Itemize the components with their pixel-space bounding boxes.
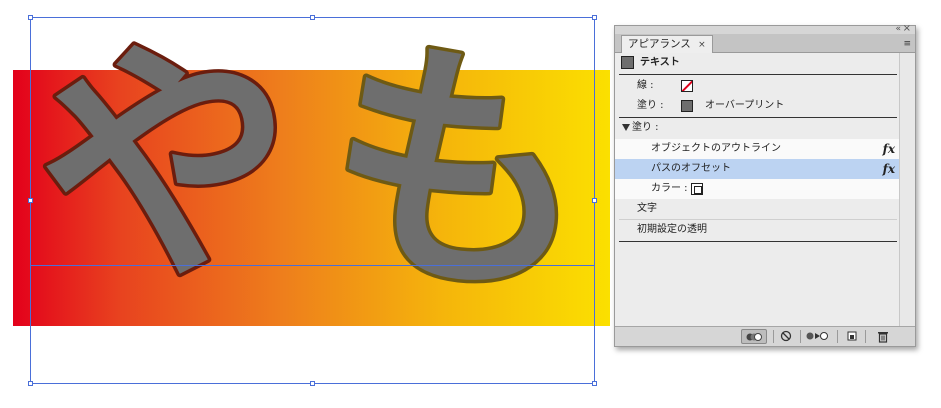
panel-bottom-toolbar — [615, 326, 915, 346]
handle-top-left[interactable] — [28, 15, 33, 20]
duplicate-item-icon — [847, 331, 857, 341]
clear-appearance-icon — [780, 330, 792, 342]
appearance-header-row[interactable]: テキスト — [615, 53, 899, 73]
fill-swatch-icon[interactable] — [681, 100, 693, 112]
stroke-row[interactable]: 線 : — [615, 76, 899, 96]
panel-menu-icon[interactable]: ≡ — [903, 39, 911, 49]
header-separator — [619, 74, 897, 75]
tab-close-icon[interactable]: × — [698, 40, 706, 50]
artboard-canvas[interactable]: や も — [0, 0, 612, 408]
effect-outline-object-row[interactable]: オブジェクトのアウトライン fx — [615, 139, 899, 159]
handle-bottom-center[interactable] — [310, 381, 315, 386]
characters-label: 文字 — [637, 203, 657, 214]
object-thumbnail — [621, 56, 634, 69]
fill-label: 塗り : — [637, 100, 664, 111]
handle-middle-right[interactable] — [592, 198, 597, 203]
color-swatch-icon[interactable] — [691, 183, 703, 195]
appearance-panel: « × アピアランス × ≡ テキスト 線 : 塗り : オーバープリント 塗り… — [614, 23, 916, 347]
show-thumbnails-button[interactable] — [741, 329, 767, 344]
show-thumbnails-icon — [746, 333, 762, 341]
delete-item-icon — [878, 332, 888, 343]
appearance-list: テキスト 線 : 塗り : オーバープリント 塗り : オブジェクトのアウトライ… — [615, 53, 899, 326]
handle-top-right[interactable] — [592, 15, 597, 20]
fill-overprint-label: オーバープリント — [705, 100, 785, 111]
opacity-separator — [619, 241, 897, 242]
handle-bottom-right[interactable] — [592, 381, 597, 386]
reduce-to-basic-button[interactable] — [804, 329, 830, 344]
delete-item-button[interactable] — [876, 329, 890, 344]
reduce-to-basic-icon — [806, 332, 828, 340]
stroke-none-swatch-icon[interactable] — [681, 80, 693, 92]
duplicate-item-button[interactable] — [845, 329, 859, 344]
tab-appearance[interactable]: アピアランス × — [621, 35, 713, 53]
fx-icon[interactable]: fx — [883, 139, 895, 159]
fill-group-label: 塗り : — [632, 122, 659, 133]
handle-bottom-left[interactable] — [28, 381, 33, 386]
text-baseline — [30, 265, 595, 266]
close-icon[interactable]: × — [903, 23, 911, 34]
tab-appearance-label: アピアランス — [628, 38, 691, 50]
panel-scrollbar[interactable] — [899, 53, 915, 326]
fill-row[interactable]: 塗り : オーバープリント — [615, 96, 899, 116]
handle-top-center[interactable] — [310, 15, 315, 20]
characters-row[interactable]: 文字 — [615, 199, 899, 219]
handle-middle-left[interactable] — [28, 198, 33, 203]
opacity-label: 初期設定の透明 — [637, 224, 707, 235]
color-row[interactable]: カラー : — [615, 179, 899, 199]
collapse-icon[interactable]: « — [895, 24, 901, 34]
panel-titlebar[interactable]: « × — [615, 23, 915, 34]
clear-appearance-button[interactable] — [777, 329, 795, 344]
effect-offset-path-label[interactable]: パスのオフセット — [651, 159, 731, 179]
effect-offset-path-row[interactable]: パスのオフセット fx — [615, 159, 899, 179]
stroke-label: 線 : — [637, 80, 654, 91]
object-type-label: テキスト — [640, 57, 680, 68]
color-label: カラー : — [651, 183, 688, 194]
effect-outline-object-label[interactable]: オブジェクトのアウトライン — [651, 139, 781, 159]
selection-bounding-box — [30, 17, 595, 384]
panel-tab-row: アピアランス × ≡ — [615, 34, 915, 53]
expand-triangle-icon[interactable] — [622, 124, 630, 131]
fill-group-row[interactable]: 塗り : — [615, 118, 899, 138]
fx-icon[interactable]: fx — [883, 159, 895, 179]
opacity-row[interactable]: 初期設定の透明 — [615, 220, 899, 240]
